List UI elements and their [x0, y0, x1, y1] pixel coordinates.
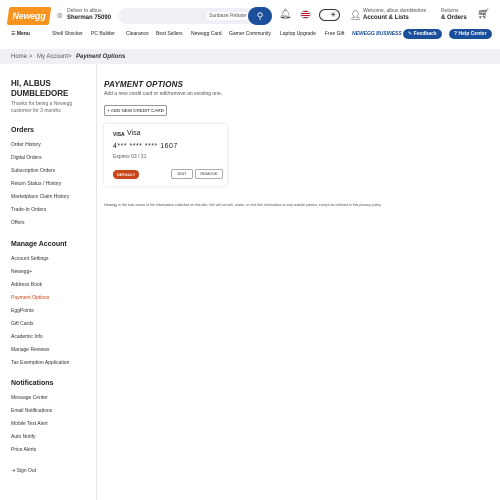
sidebar-item-trade-in-orders[interactable]: Trade-In Orders — [11, 207, 46, 213]
location-pin-icon: ⌾ — [57, 11, 63, 21]
sidebar-item-marketplace-claim[interactable]: Marketplace Claim History — [11, 194, 69, 200]
nav-pc-builder[interactable]: PC Builder — [91, 31, 115, 37]
welcome-text: Welcome, albus dumbledore — [363, 8, 427, 14]
search-input[interactable]: Sunbase Rebate — [207, 12, 249, 20]
account-lists-label: Account & Lists — [363, 15, 409, 21]
sidebar-item-subscription-orders[interactable]: Subscription Orders — [11, 168, 55, 174]
returns-label: Returns — [441, 8, 459, 14]
sign-out-label: Sign Out — [16, 468, 37, 474]
breadcrumb-home[interactable]: Home — [11, 54, 27, 60]
card-expiration: Expires 03 / 31 — [113, 154, 147, 160]
default-badge: DEFAULT — [113, 170, 140, 179]
breadcrumb-current: Payment Options — [76, 54, 126, 60]
sidebar-item-manage-reviews[interactable]: Manage Reviews — [11, 347, 49, 353]
search-icon: ⚲ — [256, 11, 264, 21]
sidebar-item-offers[interactable]: Offers — [11, 220, 25, 226]
add-credit-card-button[interactable]: + ADD NEW CREDIT CARD — [104, 105, 167, 116]
nav-newegg-business[interactable]: NEWEGG BUSINESS — [352, 31, 402, 37]
search-bar[interactable]: Sunbase Rebate ⚲ — [119, 7, 272, 25]
newegg-logo[interactable]: Newegg — [6, 7, 52, 25]
remove-card-button[interactable]: REMOVE — [195, 169, 223, 179]
page-title: PAYMENT OPTIONS — [104, 80, 184, 89]
nav-menu[interactable]: ☰ Menu — [11, 31, 30, 37]
nav-laptop-upgrade[interactable]: Laptop Upgrade — [280, 31, 316, 37]
nav-clearance[interactable]: Clearance — [126, 31, 149, 37]
feedback-button[interactable]: ✎ Feedback — [403, 29, 442, 39]
help-label: Help Center — [458, 31, 487, 37]
customer-tenure: Thanks for being a Newegg customer for 3… — [11, 101, 73, 114]
breadcrumb-separator-icon: > — [68, 54, 72, 60]
user-icon: 👤︎ — [350, 10, 362, 20]
sidebar-item-auto-notify[interactable]: Auto Notify — [11, 434, 35, 440]
sidebar-item-account-settings[interactable]: Account Settings — [11, 256, 49, 262]
sidebar-item-price-alerts[interactable]: Price Alerts — [11, 447, 36, 453]
page-subtitle: Add a new credit card or edit/remove an … — [104, 91, 223, 97]
feedback-label: Feedback — [413, 31, 437, 37]
account-sidebar: HI, ALBUS DUMBLEDORE Thanks for being a … — [0, 64, 97, 500]
help-center-button[interactable]: ? Help Center — [449, 29, 492, 39]
sign-out-link[interactable]: ⇥ Sign Out — [11, 468, 36, 474]
sidebar-item-tax-exemption[interactable]: Tax Exemption Application — [11, 360, 69, 366]
sidebar-item-return-status[interactable]: Return Status / History — [11, 181, 61, 187]
manage-account-section-title: Manage Account — [11, 241, 67, 248]
sidebar-item-newegg-plus[interactable]: Newegg+ — [11, 269, 32, 275]
nav-gamer-community[interactable]: Gamer Community — [229, 31, 271, 37]
top-header: Newegg ⌾ Deliver to albus Sherman 75090 … — [0, 0, 500, 30]
sidebar-item-academic-info[interactable]: Academic Info — [11, 334, 43, 340]
breadcrumb-separator-icon: > — [29, 54, 33, 60]
breadcrumb: Home > My Account > Payment Options — [0, 49, 500, 64]
sidebar-item-mobile-text-alert[interactable]: Mobile Text Alert — [11, 421, 48, 427]
us-flag-icon[interactable] — [300, 10, 311, 19]
bell-icon[interactable]: 🔔︎ — [279, 9, 292, 20]
orders-label: & Orders — [441, 15, 467, 21]
nav-free-gift[interactable]: Free Gift — [325, 31, 344, 37]
nav-shell-shocker[interactable]: Shell Shocker — [52, 31, 83, 37]
card-name: Visa — [127, 130, 141, 137]
visa-logo-icon: VISA — [113, 132, 125, 138]
credit-card-tile: VISA Visa 4*** **** **** 1607 Expires 03… — [104, 124, 227, 186]
menu-label: Menu — [16, 31, 30, 37]
edit-card-button[interactable]: EDIT — [171, 169, 193, 179]
sidebar-item-eggpoints[interactable]: EggPoints — [11, 308, 34, 314]
nav-best-sellers[interactable]: Best Sellers — [156, 31, 183, 37]
theme-toggle[interactable]: ☀ — [319, 9, 340, 21]
sidebar-item-message-center[interactable]: Message Center — [11, 395, 48, 401]
deliver-to-address: Sherman 75090 — [67, 15, 112, 21]
sidebar-item-email-notifications[interactable]: Email Notifications — [11, 408, 52, 414]
notifications-section-title: Notifications — [11, 380, 54, 387]
deliver-to-label: Deliver to albus — [67, 8, 102, 14]
greeting: HI, ALBUS DUMBLEDORE — [11, 79, 69, 98]
sidebar-item-digital-orders[interactable]: Digital Orders — [11, 155, 42, 161]
sidebar-item-order-history[interactable]: Order History — [11, 142, 41, 148]
sidebar-item-address-book[interactable]: Address Book — [11, 282, 42, 288]
sidebar-item-gift-cards[interactable]: Gift Cards — [11, 321, 34, 327]
privacy-disclaimer: Newegg is the sole owner of the informat… — [104, 203, 382, 207]
nav-newegg-card[interactable]: Newegg Card — [191, 31, 222, 37]
sidebar-item-payment-options[interactable]: Payment Options — [11, 295, 49, 301]
cart-icon[interactable]: 🛒︎ — [477, 9, 490, 20]
page: Newegg ⌾ Deliver to albus Sherman 75090 … — [0, 0, 500, 500]
orders-section-title: Orders — [11, 127, 34, 134]
search-button[interactable]: ⚲ — [248, 7, 272, 25]
card-number: 4*** **** **** 1607 — [113, 143, 178, 150]
main-nav: ☰ Menu Shell Shocker PC Builder Clearanc… — [0, 29, 500, 40]
sun-icon: ☀ — [330, 12, 337, 19]
returns-orders[interactable]: Returns & Orders — [441, 8, 467, 21]
logo-text: Newegg — [12, 11, 46, 21]
breadcrumb-my-account[interactable]: My Account — [37, 54, 68, 60]
